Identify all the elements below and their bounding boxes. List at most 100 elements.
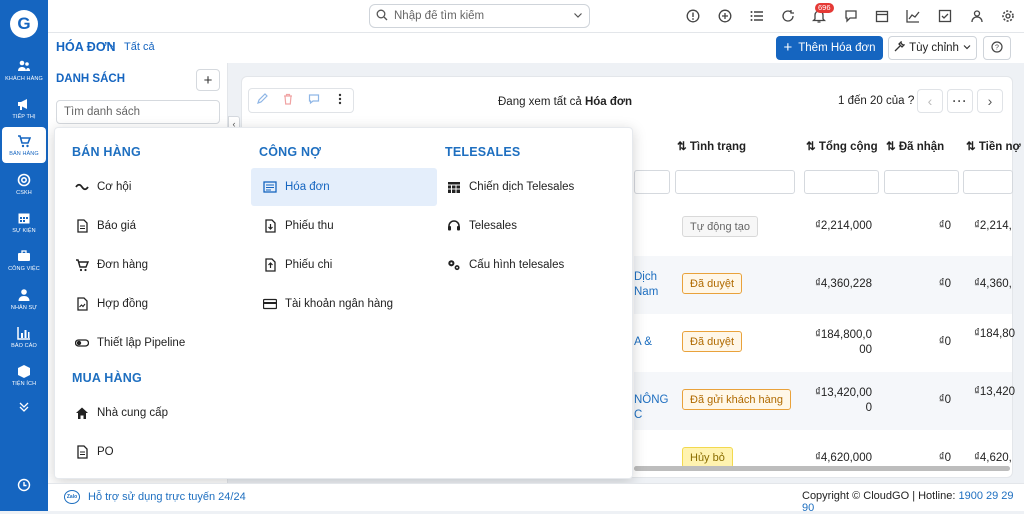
prev-page-button[interactable]: ‹ — [917, 89, 943, 113]
customize-button[interactable]: Tùy chỉnh — [888, 36, 977, 60]
more-pages-button[interactable]: ··· — [947, 89, 973, 113]
menu-item-receipt[interactable]: Phiếu thu — [251, 207, 437, 245]
cart-icon — [17, 134, 31, 148]
column-header-total[interactable]: ⇅ Tổng cộng — [806, 139, 878, 153]
menu-item-opportunity[interactable]: Cơ hội — [63, 168, 248, 206]
edit-button[interactable] — [249, 89, 275, 112]
chevrons-down-icon — [17, 400, 31, 414]
more-actions-button[interactable] — [327, 89, 353, 112]
sort-icon: ⇅ — [806, 141, 816, 153]
column-header-due[interactable]: ⇅ Tiền nợ — [966, 139, 1021, 153]
support-link[interactable]: Hỗ trợ sử dụng trực tuyến 24/24 — [88, 491, 246, 503]
menu-item-telesales[interactable]: Telesales — [435, 207, 625, 245]
chart-icon[interactable] — [906, 9, 920, 23]
sort-icon: ⇅ — [886, 141, 896, 153]
filter-name-input[interactable] — [634, 170, 670, 194]
pager-text: 1 đến 20 của ? — [838, 93, 915, 107]
rail-expand-button[interactable] — [2, 392, 46, 422]
add-invoice-button[interactable]: + Thêm Hóa đơn — [776, 36, 883, 60]
due-cell: ₫4,360, — [974, 278, 1012, 290]
rail-item-tasks[interactable]: CÔNG VIỆC — [2, 242, 46, 278]
invoice-name-link[interactable]: A & — [634, 335, 652, 350]
task-check-icon[interactable] — [938, 9, 952, 23]
page-title: HÓA ĐƠN — [56, 40, 116, 54]
report-icon — [17, 326, 31, 340]
comment-button[interactable] — [301, 89, 327, 112]
received-cell: ₫0 — [938, 220, 951, 232]
column-header-received[interactable]: ⇅ Đã nhận — [886, 139, 944, 153]
invoice-name-link[interactable]: NÔNG C — [634, 393, 669, 423]
next-page-button[interactable]: › — [977, 89, 1003, 113]
status-badge: Hủy bỏ — [682, 447, 733, 468]
menu-item-bank-account[interactable]: Tài khoản ngân hàng — [251, 285, 437, 323]
rail-item-marketing[interactable]: TIẾP THỊ — [2, 90, 46, 126]
rail-item-hr[interactable]: NHÂN SỰ — [2, 281, 46, 317]
list-icon[interactable] — [750, 9, 764, 23]
menu-item-telesales-config[interactable]: Cấu hình telesales — [435, 246, 625, 284]
filter-status-input[interactable] — [675, 170, 795, 194]
menu-item-supplier[interactable]: Nhà cung cấp — [63, 394, 248, 432]
global-search[interactable] — [369, 4, 590, 28]
page-header: HÓA ĐƠN › Tất cả + Thêm Hóa đơn Tùy chỉn… — [48, 33, 1024, 63]
alert-icon[interactable] — [686, 9, 700, 23]
rail-item-customers[interactable]: KHÁCH HÀNG — [2, 52, 46, 88]
receipt-in-icon — [263, 219, 277, 233]
breadcrumb[interactable]: Tất cả — [124, 41, 155, 53]
chevron-down-icon[interactable] — [573, 9, 583, 23]
due-cell: ₫13,420 — [974, 386, 1016, 398]
rail-item-customer-care[interactable]: CSKH — [2, 166, 46, 202]
list-search-input[interactable] — [56, 100, 220, 124]
column-header-status[interactable]: ⇅ Tình trạng — [677, 139, 746, 153]
question-icon[interactable]: ? — [908, 93, 915, 107]
rail-item-reports[interactable]: BÁO CÁO — [2, 319, 46, 355]
received-cell: ₫0 — [938, 452, 951, 464]
app-logo[interactable]: G — [10, 10, 38, 38]
menu-item-pipeline-setup[interactable]: Thiết lập Pipeline — [63, 324, 248, 362]
filter-total-input[interactable] — [804, 170, 879, 194]
menu-item-telesales-campaign[interactable]: Chiến dịch Telesales — [435, 168, 625, 206]
global-search-input[interactable] — [394, 10, 567, 22]
chat-icon[interactable] — [844, 9, 858, 23]
refresh-icon[interactable] — [781, 9, 795, 23]
add-list-button[interactable]: + — [196, 69, 220, 91]
due-cell: ₫4,620, — [974, 452, 1012, 464]
left-rail: G KHÁCH HÀNG TIẾP THỊ BÁN HÀNG CSKH SỰ K… — [0, 0, 48, 511]
menu-item-invoice[interactable]: Hóa đơn — [251, 168, 437, 206]
menu-item-order[interactable]: Đơn hàng — [63, 246, 248, 284]
section-title-purchasing: MUA HÀNG — [72, 371, 142, 385]
menu-item-quote[interactable]: Báo giá — [63, 207, 248, 245]
rail-item-sales[interactable]: BÁN HÀNG — [2, 127, 46, 163]
received-cell: ₫0 — [938, 394, 951, 406]
notification-count-badge: 696 — [815, 3, 834, 13]
invoice-name-link[interactable]: Dịch Nam — [634, 270, 658, 300]
total-cell: ₫2,214,000 — [814, 220, 872, 232]
help-button[interactable]: ? — [983, 36, 1011, 60]
scrollbar-thumb[interactable] — [634, 466, 1010, 471]
menu-item-po[interactable]: PO — [63, 433, 248, 471]
menu-item-payment[interactable]: Phiếu chi — [251, 246, 437, 284]
rail-item-events[interactable]: SỰ KIỆN — [2, 204, 46, 240]
settings-gear-icon[interactable] — [1001, 9, 1015, 23]
footer: Zalo Hỗ trợ sử dụng trực tuyến 24/24 Cop… — [48, 483, 1024, 514]
received-cell: ₫0 — [938, 278, 951, 290]
opportunity-icon — [75, 180, 89, 194]
filter-received-input[interactable] — [884, 170, 959, 194]
megaphone-icon — [17, 97, 31, 111]
home-icon — [75, 406, 89, 420]
delete-button[interactable] — [275, 89, 301, 112]
plus-icon: + — [203, 71, 213, 89]
add-circle-icon[interactable] — [718, 9, 732, 23]
filter-due-input[interactable] — [963, 170, 1013, 194]
rail-history-button[interactable] — [2, 470, 46, 500]
user-icon[interactable] — [970, 9, 984, 23]
rail-item-utilities[interactable]: TIỆN ÍCH — [2, 357, 46, 393]
sort-icon: ⇅ — [677, 141, 687, 153]
menu-item-contract[interactable]: Hợp đồng — [63, 285, 248, 323]
sort-icon: ⇅ — [966, 141, 976, 153]
search-icon — [376, 9, 388, 24]
receipt-out-icon — [263, 258, 277, 272]
quote-icon — [75, 219, 89, 233]
zalo-icon[interactable]: Zalo — [64, 490, 80, 504]
calendar-icon[interactable] — [875, 9, 889, 23]
total-cell: ₫184,800,0 00 — [814, 329, 872, 356]
